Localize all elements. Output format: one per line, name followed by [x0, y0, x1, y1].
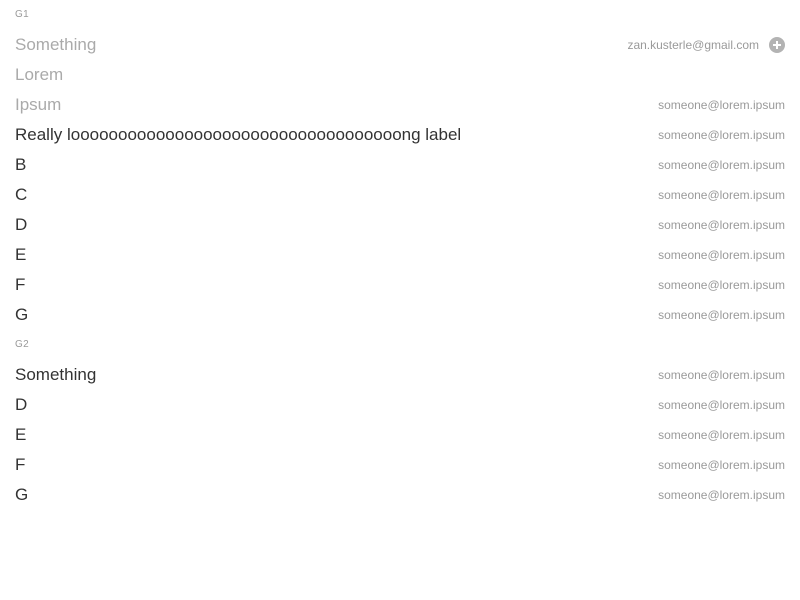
list-group: G1 Something zan.kusterle@gmail.com Lore… — [0, 0, 800, 330]
list-item-email: someone@lorem.ipsum — [658, 398, 785, 412]
list-item-meta: zan.kusterle@gmail.com — [627, 37, 785, 53]
list-item-label: G — [15, 485, 29, 504]
list-item[interactable]: E someone@lorem.ipsum — [0, 240, 800, 270]
list-item-label: Something — [15, 35, 97, 54]
list-item-email: someone@lorem.ipsum — [658, 218, 785, 232]
list-item[interactable]: C someone@lorem.ipsum — [0, 180, 800, 210]
list-item[interactable]: Ipsum someone@lorem.ipsum — [0, 90, 800, 120]
list-item-email: someone@lorem.ipsum — [658, 128, 785, 142]
list-item[interactable]: G someone@lorem.ipsum — [0, 480, 800, 510]
group-header: G1 — [15, 9, 29, 20]
list-item[interactable]: G someone@lorem.ipsum — [0, 300, 800, 330]
list-item-label: F — [15, 455, 26, 474]
list-item-email: someone@lorem.ipsum — [658, 188, 785, 202]
list-item-label: Ipsum — [15, 95, 62, 114]
list-item-label: D — [15, 215, 28, 234]
list-item-label: Really loooooooooooooooooooooooooooooooo… — [15, 125, 462, 144]
list-item[interactable]: D someone@lorem.ipsum — [0, 210, 800, 240]
list-item-label: D — [15, 395, 28, 414]
list-item[interactable]: Something zan.kusterle@gmail.com — [0, 30, 800, 60]
list-item-email: someone@lorem.ipsum — [658, 158, 785, 172]
list-item[interactable]: E someone@lorem.ipsum — [0, 420, 800, 450]
list-item-label: Lorem — [15, 65, 64, 84]
list-item-email: someone@lorem.ipsum — [658, 488, 785, 502]
list-item-email: someone@lorem.ipsum — [658, 308, 785, 322]
list-item-email: someone@lorem.ipsum — [658, 278, 785, 292]
list-item-label: B — [15, 155, 27, 174]
list-item[interactable]: D someone@lorem.ipsum — [0, 390, 800, 420]
list-item[interactable]: Something someone@lorem.ipsum — [0, 360, 800, 390]
list-item-email: someone@lorem.ipsum — [658, 428, 785, 442]
list-item[interactable]: Really loooooooooooooooooooooooooooooooo… — [0, 120, 800, 150]
list-item-email: zan.kusterle@gmail.com — [627, 38, 759, 52]
list-item-label: Something — [15, 365, 97, 384]
grouped-list: G1 Something zan.kusterle@gmail.com Lore… — [0, 0, 800, 510]
list-item[interactable]: F someone@lorem.ipsum — [0, 270, 800, 300]
plus-circle-icon[interactable] — [769, 37, 785, 53]
list-item[interactable]: B someone@lorem.ipsum — [0, 150, 800, 180]
list-item-label: E — [15, 425, 27, 444]
list-group: G2 Something someone@lorem.ipsum D someo… — [0, 330, 800, 510]
list-item[interactable]: F someone@lorem.ipsum — [0, 450, 800, 480]
list-item-email: someone@lorem.ipsum — [658, 368, 785, 382]
group-header: G2 — [15, 339, 29, 350]
list-item-label: F — [15, 275, 26, 294]
list-item[interactable]: Lorem — [0, 60, 800, 90]
list-item-label: E — [15, 245, 27, 264]
list-item-label: G — [15, 305, 29, 324]
list-item-email: someone@lorem.ipsum — [658, 458, 785, 472]
list-item-email: someone@lorem.ipsum — [658, 248, 785, 262]
list-item-email: someone@lorem.ipsum — [658, 98, 785, 112]
list-item-label: C — [15, 185, 28, 204]
